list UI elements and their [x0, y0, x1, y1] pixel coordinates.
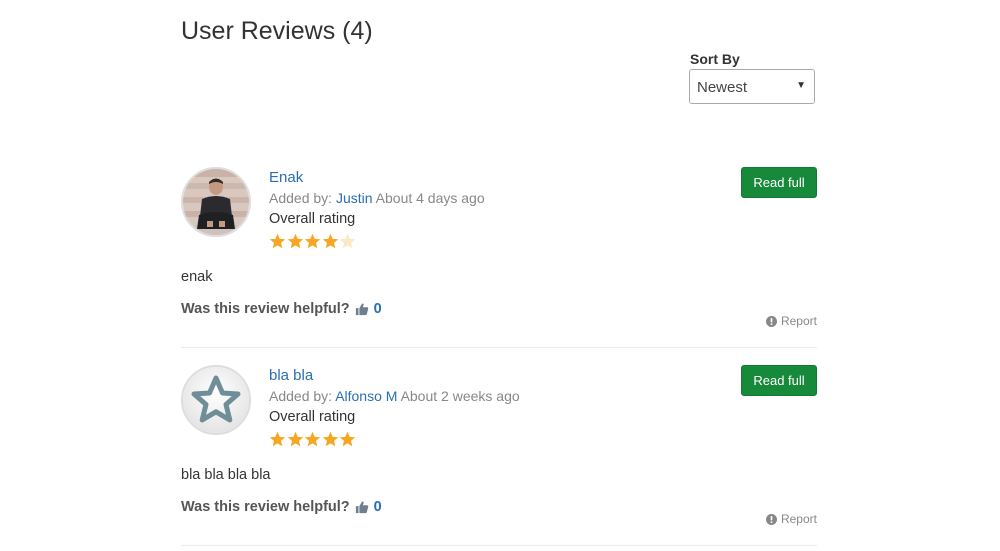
divider — [181, 347, 817, 348]
star-filled-icon — [339, 431, 356, 447]
star-filled-icon — [322, 431, 338, 447]
added-by-label: Added by: — [269, 388, 333, 404]
helpful-row: Was this review helpful? 0 — [181, 301, 382, 317]
avatar — [181, 365, 251, 435]
review-meta: Added by: Alfonso M About 2 weeks ago — [269, 388, 520, 404]
added-by-label: Added by: — [269, 190, 333, 206]
review-body: enak — [181, 269, 213, 285]
helpful-label: Was this review helpful? — [181, 301, 350, 317]
author-link[interactable]: Justin — [336, 190, 373, 206]
star-filled-icon — [287, 233, 303, 249]
star-filled-icon — [269, 233, 286, 249]
review-body: bla bla bla bla — [181, 467, 271, 483]
info-icon — [765, 315, 777, 327]
helpful-label: Was this review helpful? — [181, 499, 350, 515]
helpful-count[interactable]: 0 — [374, 499, 382, 515]
author-link[interactable]: Alfonso M — [335, 388, 397, 404]
star-rating — [269, 233, 357, 251]
helpful-count[interactable]: 0 — [374, 301, 382, 317]
read-full-button[interactable]: Read full — [741, 167, 817, 198]
thumbs-up-icon[interactable] — [355, 500, 369, 514]
report-label: Report — [780, 512, 817, 526]
report-label: Report — [780, 314, 817, 328]
sort-selected-value: Newest — [697, 79, 748, 96]
rating-label: Overall rating — [269, 409, 356, 425]
page-title: User Reviews (4) — [181, 17, 373, 45]
review-title-link[interactable]: Enak — [269, 169, 303, 186]
review-item: bla bla Added by: Alfonso M About 2 week… — [181, 365, 817, 546]
star-filled-icon — [304, 233, 321, 249]
star-filled-icon — [269, 431, 286, 447]
review-time: About 4 days ago — [375, 190, 485, 206]
star-avatar-icon — [183, 367, 249, 433]
helpful-row: Was this review helpful? 0 — [181, 499, 382, 515]
review-item: Enak Added by: Justin About 4 days ago O… — [181, 167, 817, 348]
star-filled-icon — [322, 233, 338, 249]
review-meta: Added by: Justin About 4 days ago — [269, 190, 485, 206]
thumbs-up-icon[interactable] — [355, 302, 369, 316]
report-link[interactable]: Report — [765, 512, 817, 526]
divider — [181, 545, 817, 546]
read-full-button[interactable]: Read full — [741, 365, 817, 396]
sort-select[interactable]: Newest ▼ — [689, 69, 815, 104]
review-title-link[interactable]: bla bla — [269, 367, 313, 384]
info-icon — [765, 513, 777, 525]
star-filled-icon — [287, 431, 303, 447]
sort-label: Sort By — [690, 51, 740, 67]
review-time: About 2 weeks ago — [400, 388, 520, 404]
chevron-down-icon: ▼ — [796, 80, 806, 91]
report-link[interactable]: Report — [765, 314, 817, 328]
avatar — [181, 167, 251, 237]
star-filled-icon — [304, 431, 321, 447]
user-photo-icon — [183, 169, 249, 235]
star-empty-icon — [339, 233, 356, 249]
star-rating — [269, 431, 357, 449]
rating-label: Overall rating — [269, 211, 356, 227]
